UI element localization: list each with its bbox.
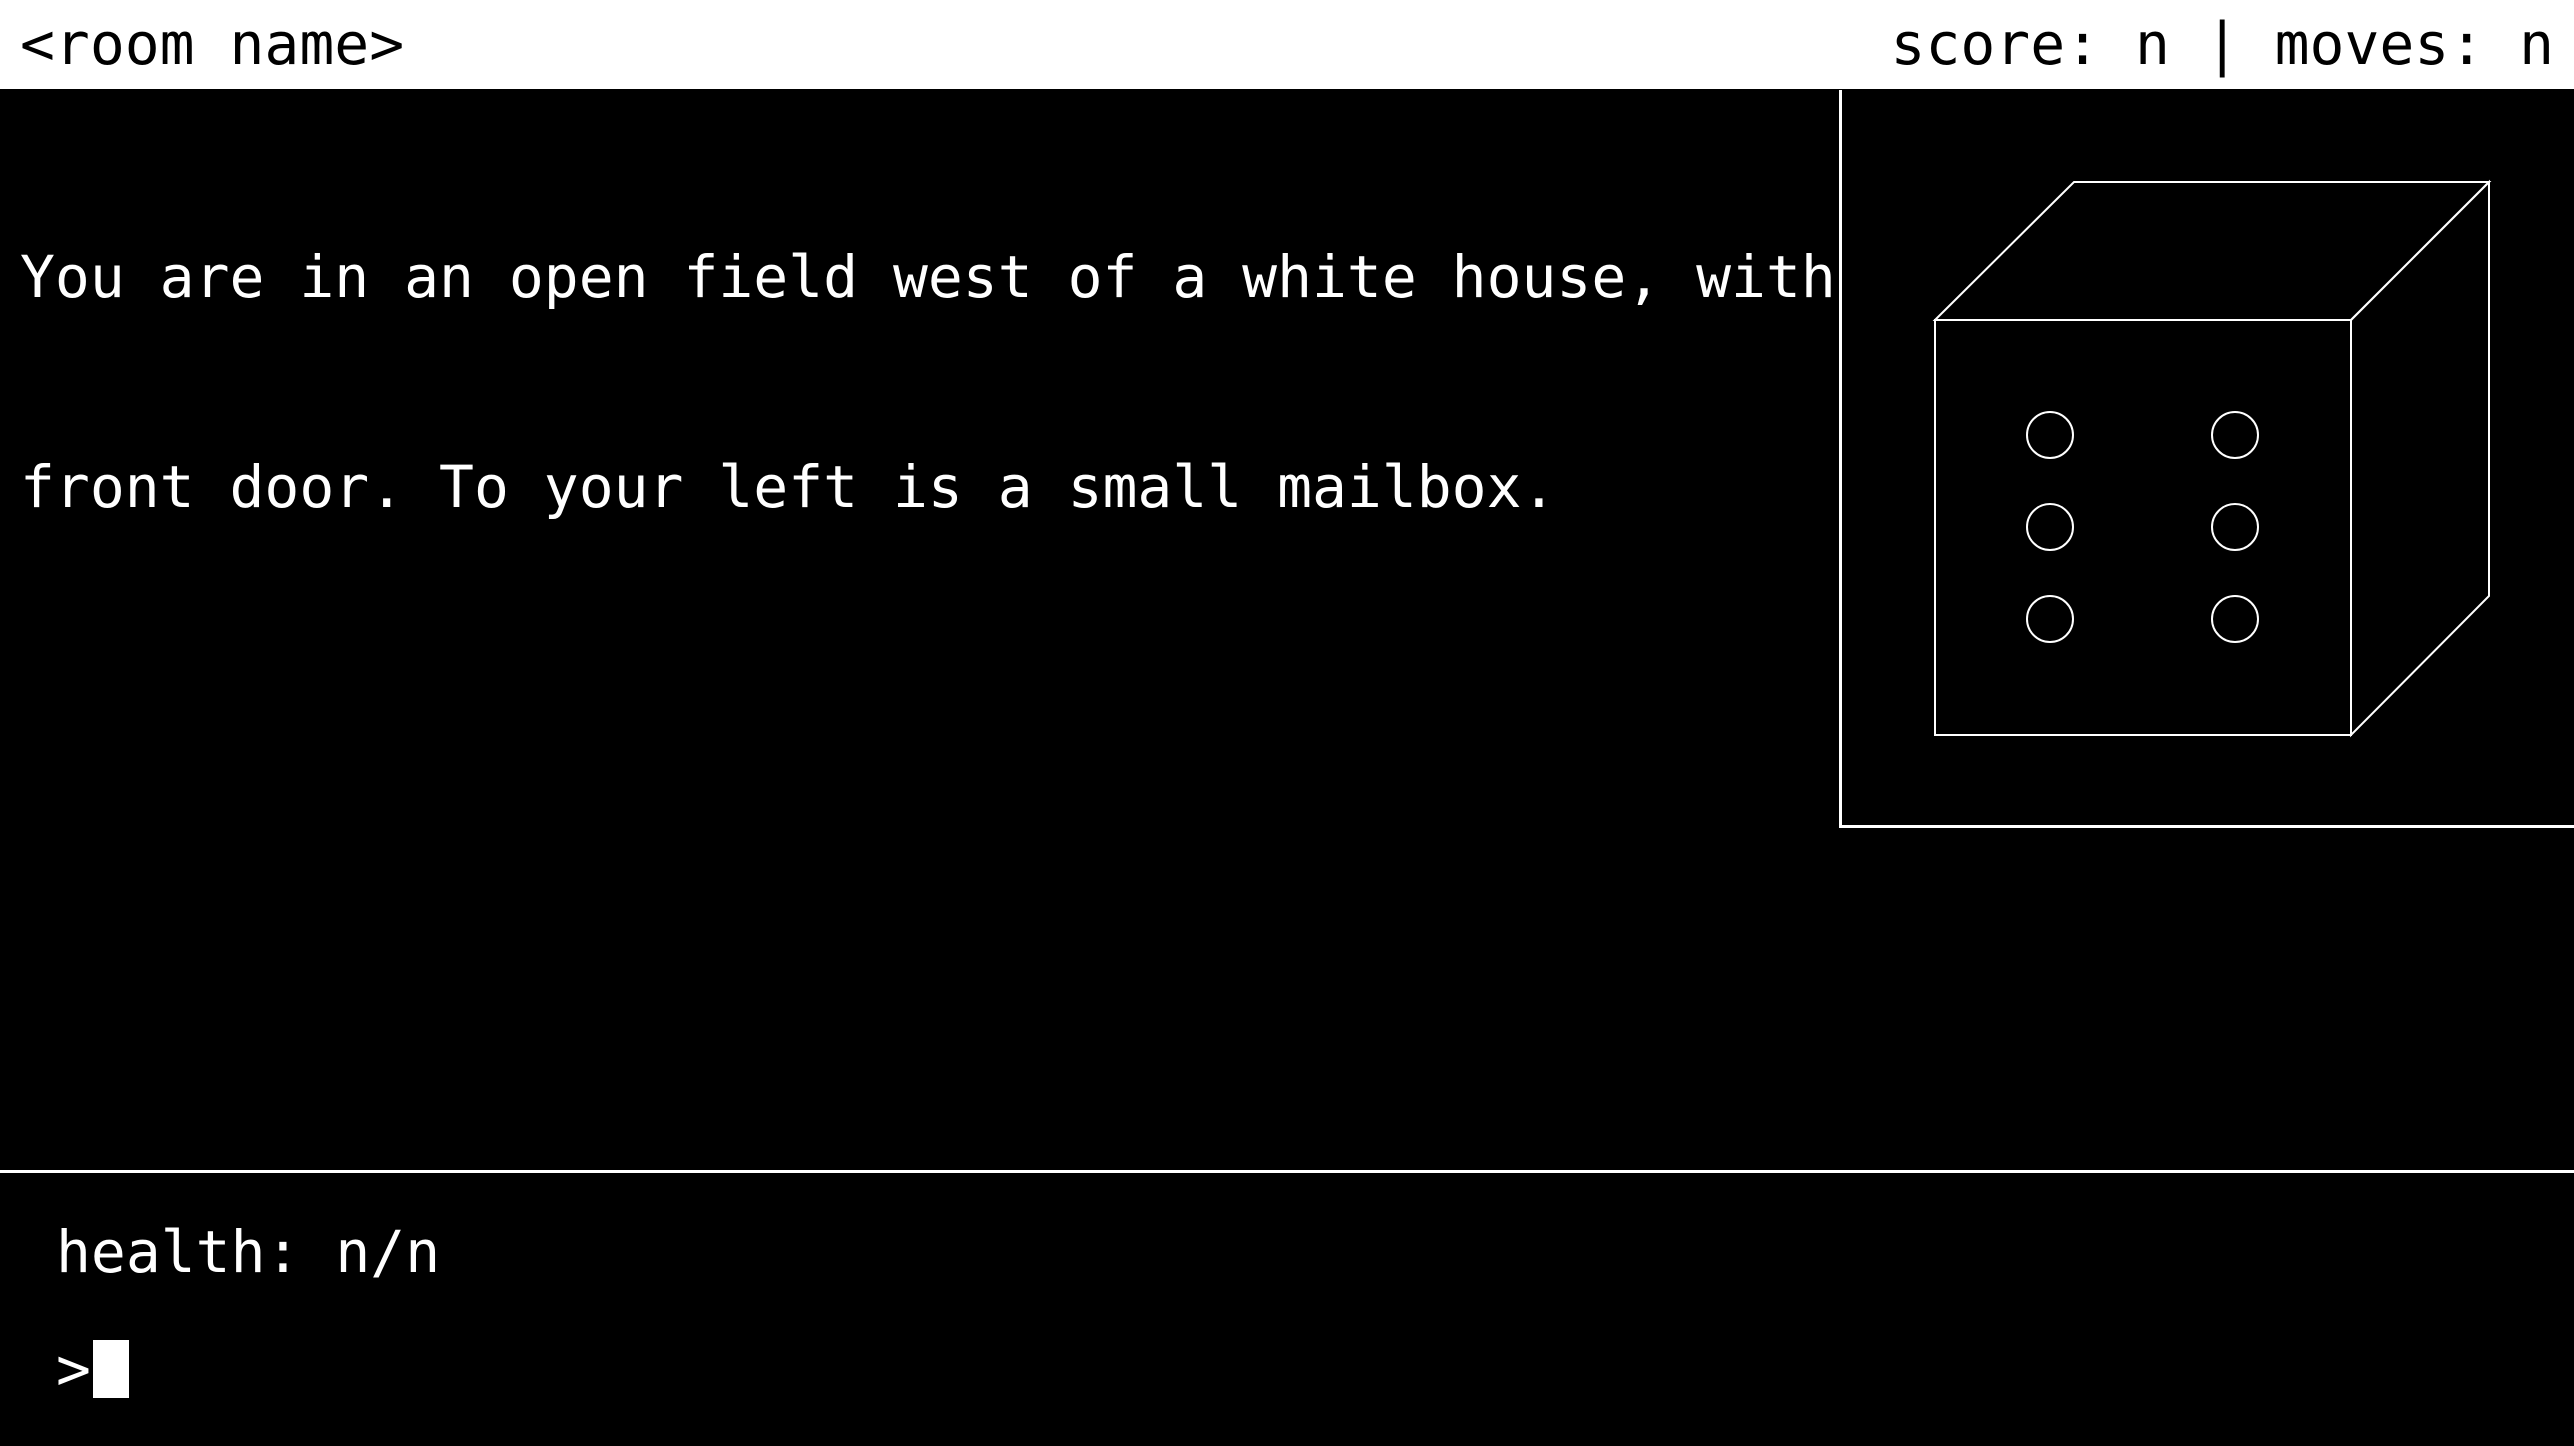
die-pip <box>2026 595 2074 643</box>
game-screen: <room name> score: n | moves: n You are … <box>0 0 2574 1446</box>
command-input[interactable] <box>128 1335 2429 1403</box>
footer-divider <box>0 1170 2574 1173</box>
score-moves-counter: score: n | moves: n <box>1890 10 2554 78</box>
die-right-face <box>2350 179 2490 738</box>
die-pip <box>2211 595 2259 643</box>
text-cursor <box>92 1340 129 1398</box>
room-name: <room name> <box>20 10 405 78</box>
die-pip <box>2211 503 2259 551</box>
command-prompt: > <box>56 1335 91 1403</box>
die-top-face <box>1932 181 2492 321</box>
die-pip <box>2026 503 2074 551</box>
die-pip <box>2211 411 2259 459</box>
die-pip <box>2026 411 2074 459</box>
status-bar: <room name> score: n | moves: n <box>0 0 2574 89</box>
die-front-face <box>1934 319 2352 736</box>
die-icon <box>1932 179 2492 738</box>
location-image-panel <box>1839 90 2574 828</box>
command-line[interactable]: > <box>56 1334 2429 1404</box>
health-status: health: n/n <box>56 1218 441 1286</box>
